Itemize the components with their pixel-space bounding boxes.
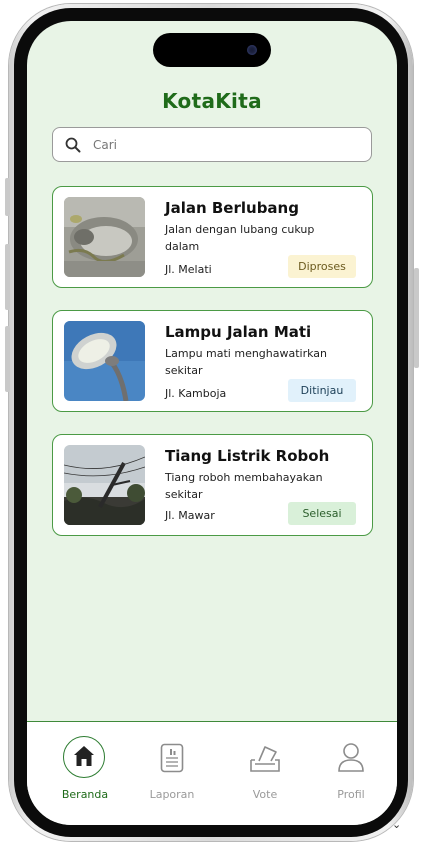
nav-label: Laporan (149, 788, 195, 801)
report-location: Jl. Mawar (165, 509, 215, 522)
camera-icon (247, 45, 257, 55)
nav-label: Beranda (61, 788, 109, 801)
volume-down-button (5, 326, 10, 392)
dynamic-island (153, 33, 271, 67)
bottom-navigation: Beranda Laporan Vote Profil (27, 721, 397, 825)
nav-label: Profil (337, 788, 365, 801)
status-badge: Ditinjau (288, 379, 356, 402)
street-lamp-photo (64, 321, 145, 401)
search-bar[interactable] (52, 127, 372, 162)
report-description: Tiang roboh membahayakan sekitar (165, 471, 323, 501)
status-badge: Selesai (288, 502, 356, 525)
volume-up-button (5, 244, 10, 310)
report-description: Jalan dengan lubang cukup dalam (165, 223, 315, 253)
search-icon (65, 137, 81, 152)
chevron-down-icon: ⌄ (392, 818, 402, 831)
report-card[interactable]: Tiang Listrik Roboh Tiang roboh membahay… (52, 434, 373, 536)
action-button (5, 178, 10, 216)
nav-label: Vote (252, 788, 278, 801)
report-location: Jl. Melati (165, 263, 212, 276)
report-title: Lampu Jalan Mati (165, 323, 312, 341)
report-card[interactable]: Lampu Jalan Mati Lampu mati menghawatirk… (52, 310, 373, 412)
search-input[interactable] (91, 136, 335, 153)
app-screen: KotaKita Jalan Berlubang Jalan dengan lu… (27, 21, 397, 825)
report-icon (150, 736, 194, 780)
home-icon (63, 736, 107, 780)
fallen-pole-photo (64, 445, 145, 525)
report-title: Tiang Listrik Roboh (165, 447, 330, 465)
status-badge: Diproses (288, 255, 356, 278)
power-button (414, 268, 419, 368)
report-card[interactable]: Jalan Berlubang Jalan dengan lubang cuku… (52, 186, 373, 288)
app-title: KotaKita (162, 89, 262, 113)
report-title: Jalan Berlubang (165, 199, 299, 217)
report-description: Lampu mati menghawatirkan sekitar (165, 347, 328, 377)
vote-icon (243, 736, 287, 780)
profile-icon (329, 736, 373, 780)
pothole-photo (64, 197, 145, 277)
report-location: Jl. Kamboja (165, 387, 227, 400)
